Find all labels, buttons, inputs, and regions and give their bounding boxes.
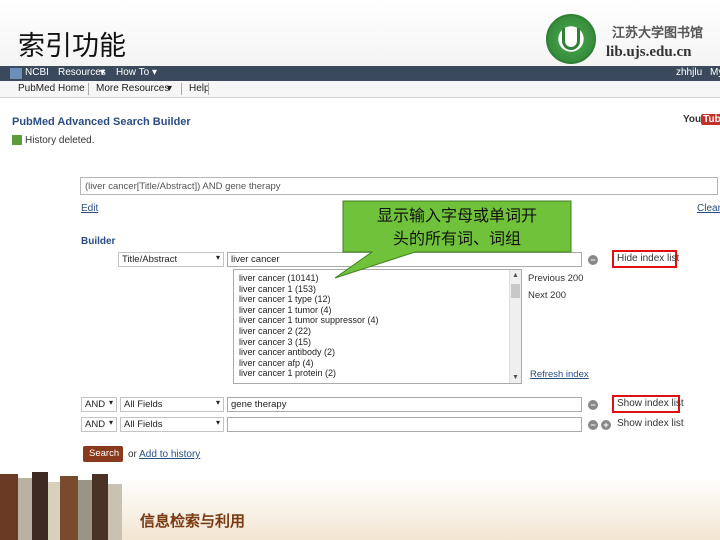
index-list-item[interactable]: liver cancer 1 (153)	[234, 284, 521, 295]
nav-pubmed-home[interactable]: PubMed Home	[18, 83, 85, 94]
index-list-item[interactable]: liver cancer 3 (15)	[234, 337, 521, 348]
add-row-icon[interactable]: +	[601, 420, 611, 430]
index-list-item[interactable]: liver cancer antibody (2)	[234, 347, 521, 358]
builder-label: Builder	[81, 236, 116, 247]
add-history-text: or Add to history	[128, 449, 201, 460]
index-list-item[interactable]: liver cancer afp (4)	[234, 358, 521, 369]
next-200-link[interactable]: Next 200	[528, 290, 566, 301]
my-ncbi-link[interactable]: My	[710, 67, 720, 78]
index-list-item[interactable]: liver cancer 1 protein (2)	[234, 368, 521, 379]
page-heading: PubMed Advanced Search Builder	[12, 116, 191, 128]
pubmed-nav: PubMed Home More Resources ▾ Help	[0, 81, 720, 98]
slide-header: 索引功能 江苏大学图书馆 lib.ujs.edu.cn	[0, 0, 720, 66]
library-name: 江苏大学图书馆	[612, 26, 704, 41]
footer-title: 信息检索与利用	[140, 512, 246, 530]
term-input-row1[interactable]: liver cancer	[227, 252, 582, 267]
username-link[interactable]: zhhjlu	[676, 67, 702, 78]
ncbi-top-bar: NCBI Resources ▾ How To ▾ zhhjlu My	[0, 66, 720, 81]
books-image	[0, 470, 122, 540]
term-input-row3[interactable]	[227, 417, 582, 432]
callout-text: 显示输入字母或单词开 头的所有词、词组	[376, 206, 537, 248]
index-list-item[interactable]: liver cancer (10141)	[234, 273, 521, 284]
more-resources-chevron-icon[interactable]: ▾	[167, 83, 172, 94]
nav-more-resources[interactable]: More Resources	[96, 83, 169, 94]
remove-row-icon[interactable]: −	[588, 255, 598, 265]
index-list[interactable]: liver cancer (10141) liver cancer 1 (153)…	[233, 269, 522, 384]
show-index-link[interactable]: Show index list	[617, 398, 684, 409]
youtube-icon[interactable]: YouTube	[683, 114, 720, 125]
edit-link[interactable]: Edit	[81, 203, 98, 214]
index-list-item[interactable]: liver cancer 2 (22)	[234, 326, 521, 337]
index-list-scrollbar[interactable]: ▲ ▼	[509, 270, 521, 383]
library-logo	[546, 14, 596, 64]
clear-link[interactable]: Clear	[697, 203, 720, 214]
scroll-up-icon: ▲	[512, 272, 519, 279]
hide-index-link[interactable]: Hide index list	[617, 253, 679, 264]
field-select-row1[interactable]: Title/Abstract ▾	[118, 252, 224, 267]
remove-row-icon[interactable]: −	[588, 400, 598, 410]
operator-select-row2[interactable]: AND ▾	[81, 397, 117, 412]
resources-chevron-icon[interactable]: ▾	[100, 67, 105, 78]
resources-menu[interactable]: Resources	[58, 67, 106, 78]
show-index-link[interactable]: Show index list	[617, 418, 684, 429]
slide-title: 索引功能	[18, 31, 126, 62]
dropdown-arrow-icon: ▾	[108, 398, 113, 407]
previous-200-link[interactable]: Previous 200	[528, 273, 583, 284]
remove-row-icon[interactable]: −	[588, 420, 598, 430]
add-to-history-link[interactable]: Add to history	[139, 449, 200, 460]
dropdown-arrow-icon: ▾	[215, 418, 220, 427]
index-list-item[interactable]: liver cancer 1 tumor suppressor (4)	[234, 315, 521, 326]
dropdown-arrow-icon: ▾	[215, 253, 220, 262]
query-box[interactable]: (liver cancer[Title/Abstract]) AND gene …	[80, 177, 718, 195]
field-select-row3[interactable]: All Fields ▾	[120, 417, 224, 432]
index-list-item[interactable]: liver cancer 1 type (12)	[234, 294, 521, 305]
ncbi-logo-icon[interactable]	[10, 68, 22, 79]
ncbi-logo[interactable]: NCBI	[25, 67, 49, 78]
library-url: lib.ujs.edu.cn	[606, 44, 692, 60]
nav-help[interactable]: Help	[189, 83, 210, 94]
field-select-row2[interactable]: All Fields ▾	[120, 397, 224, 412]
index-list-item[interactable]: liver cancer 1 tumor (4)	[234, 305, 521, 316]
status-check-icon	[12, 135, 22, 145]
how-to-chevron-icon[interactable]: ▾	[152, 67, 157, 78]
refresh-index-link[interactable]: Refresh index	[530, 369, 589, 380]
dropdown-arrow-icon: ▾	[215, 398, 220, 407]
operator-select-row3[interactable]: AND ▾	[81, 417, 117, 432]
scroll-down-icon: ▼	[512, 374, 519, 381]
dropdown-arrow-icon: ▾	[108, 418, 113, 427]
search-button[interactable]: Search	[83, 446, 123, 462]
term-input-row2[interactable]: gene therapy	[227, 397, 582, 412]
how-to-menu[interactable]: How To	[116, 67, 149, 78]
status-message: History deleted.	[25, 135, 95, 146]
